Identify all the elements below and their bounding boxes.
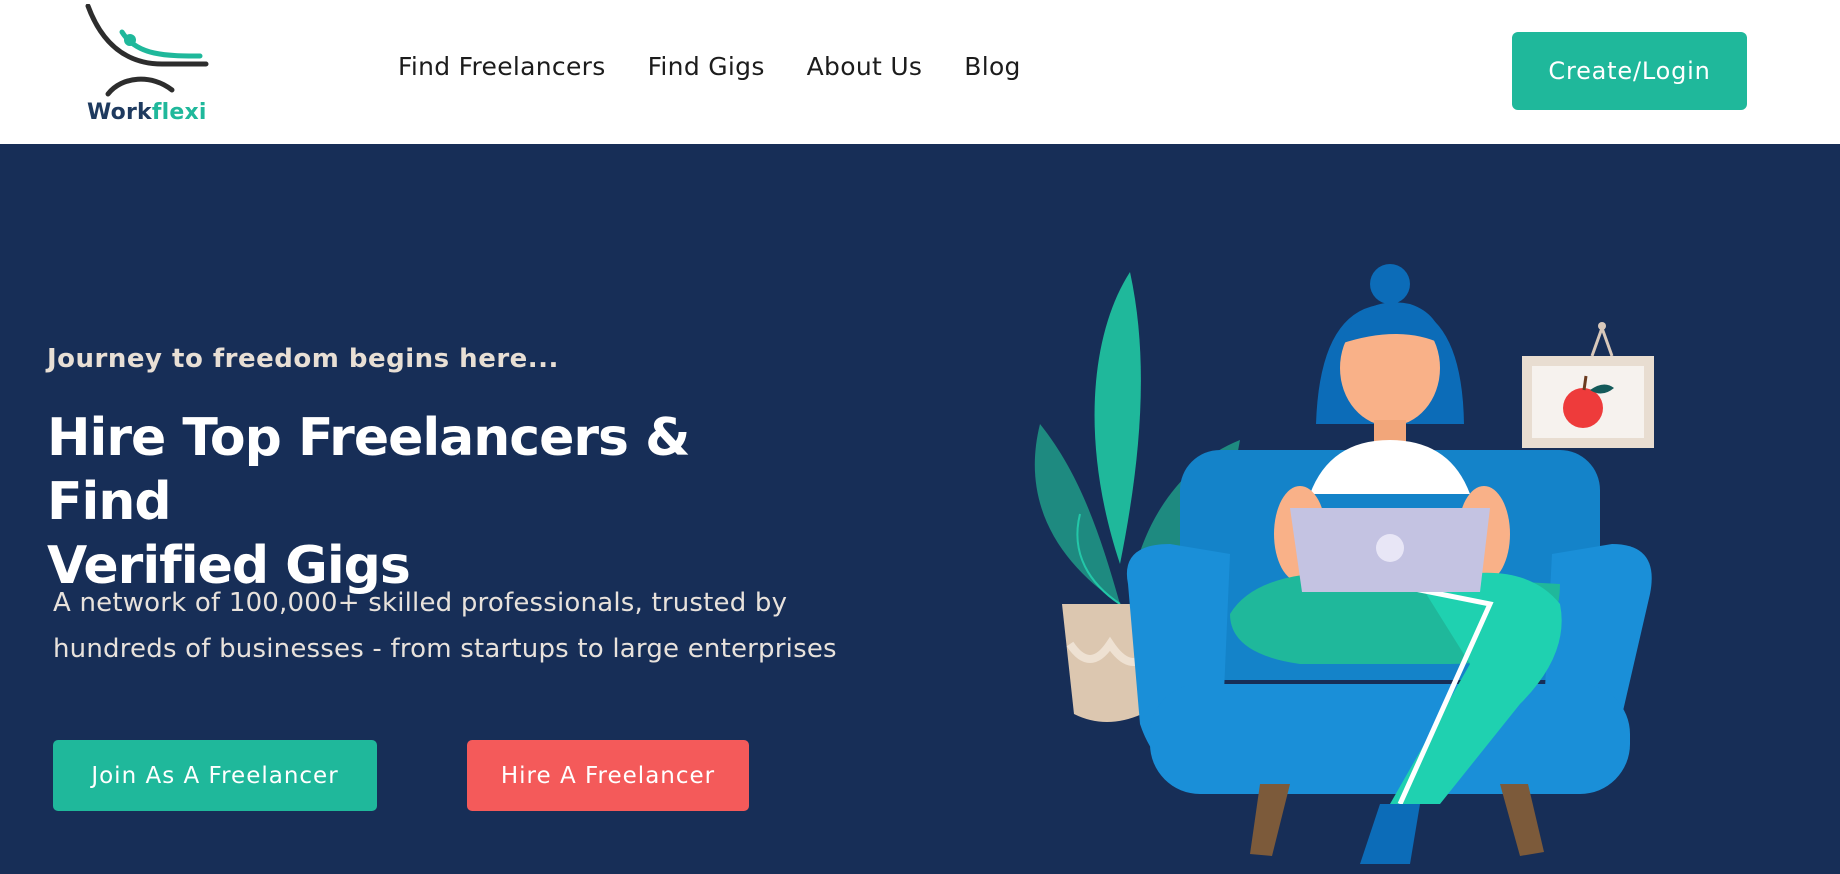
nav-blog[interactable]: Blog — [964, 52, 1020, 81]
logo-wordmark: Workflexi — [87, 100, 207, 125]
hire-freelancer-button[interactable]: Hire A Freelancer — [467, 740, 749, 811]
apple-picture-frame — [1522, 322, 1654, 448]
hero-subtext: A network of 100,000+ skilled profession… — [53, 580, 913, 672]
hero-section: Journey to freedom begins here... Hire T… — [0, 144, 1840, 874]
brand-logo[interactable]: Workflexi — [82, 4, 212, 128]
workflexi-logo-icon — [85, 4, 209, 97]
hero-tagline: Journey to freedom begins here... — [47, 344, 559, 374]
create-login-button[interactable]: Create/Login — [1512, 32, 1747, 110]
hero-subtext-line1: A network of 100,000+ skilled profession… — [53, 588, 788, 618]
nav-about-us[interactable]: About Us — [807, 52, 923, 81]
hero-headline-line1: Hire Top Freelancers & Find — [47, 408, 690, 532]
nav-find-freelancers[interactable]: Find Freelancers — [398, 52, 606, 81]
logo-text-accent: flexi — [151, 100, 207, 125]
main-nav: Find Freelancers Find Gigs About Us Blog — [398, 52, 1063, 81]
hero-subtext-line2: hundreds of businesses - from startups t… — [53, 634, 837, 664]
logo-text-primary: Work — [87, 100, 152, 125]
site-header: Workflexi Find Freelancers Find Gigs Abo… — [0, 0, 1840, 144]
nav-find-gigs[interactable]: Find Gigs — [648, 52, 765, 81]
join-as-freelancer-button[interactable]: Join As A Freelancer — [53, 740, 377, 811]
woman-on-couch-with-laptop-illustration — [1034, 264, 1654, 864]
hero-headline: Hire Top Freelancers & Find Verified Gig… — [47, 406, 827, 598]
